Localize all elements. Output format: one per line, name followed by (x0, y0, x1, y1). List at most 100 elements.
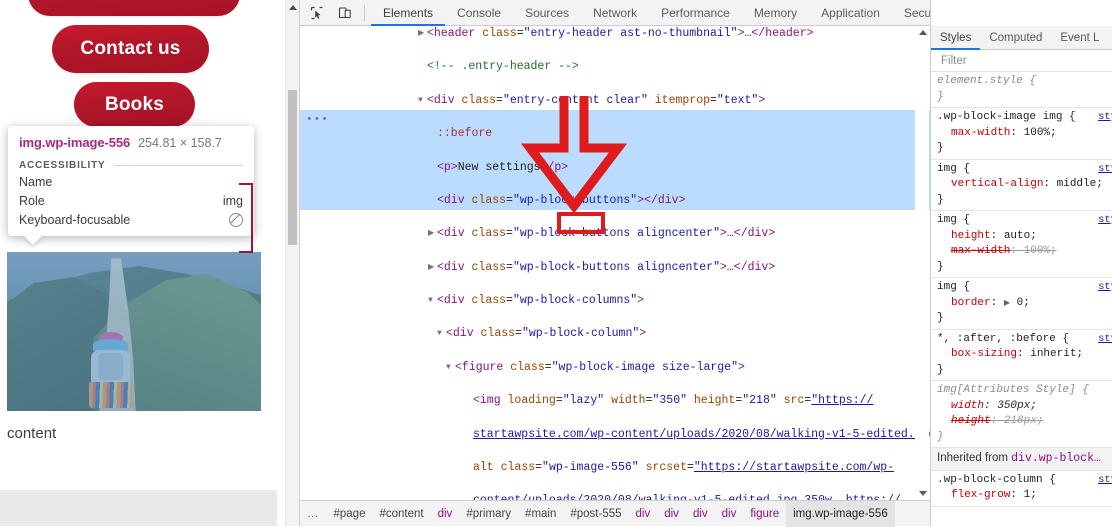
style-rule-wp-block-image-img[interactable]: .wp-block-image img { sty max-width: 100… (931, 108, 1112, 160)
devtools-element-highlight-overlay (7, 252, 261, 411)
inspect-element-icon[interactable] (306, 2, 328, 24)
tab-performance[interactable]: Performance (649, 0, 742, 26)
breadcrumb-item-page[interactable]: #page (327, 501, 373, 527)
style-value[interactable]: middle (1057, 178, 1097, 190)
style-value[interactable]: auto (1004, 230, 1030, 242)
tooltip-row-name: Name (19, 174, 243, 190)
breadcrumb-item-content[interactable]: #content (372, 501, 430, 527)
style-prop: box-sizing (951, 348, 1018, 360)
dom-line-header[interactable]: ▶ <header class="entry-header ast-no-thum… (300, 26, 930, 43)
scroll-up-arrow-icon[interactable] (289, 5, 297, 10)
dom-line-figure[interactable]: ▼ <figure class="wp-block-image size-larg… (300, 360, 930, 377)
dom-line-wp-block-buttons-aligncenter-2[interactable]: ▶ <div class="wp-block-buttons aligncente… (300, 260, 930, 277)
tooltip-selector: img.wp-image-556 (19, 135, 131, 150)
style-declaration[interactable]: height: auto; (937, 229, 1112, 245)
inherited-from-header: Inherited from div.wp-block… (931, 448, 1112, 471)
tab-elements[interactable]: Elements (371, 0, 446, 26)
style-prop: height (951, 415, 991, 427)
style-source-link[interactable]: sty (1098, 162, 1112, 178)
style-source-link[interactable]: sty (1098, 473, 1112, 489)
style-declaration[interactable]: box-sizing: inherit; (937, 347, 1112, 363)
breadcrumb-item-img-selected[interactable]: img.wp-image-556 (786, 500, 895, 527)
style-value[interactable]: 218px (1004, 415, 1037, 427)
style-value[interactable]: 350px (997, 400, 1030, 412)
style-declaration[interactable]: vertical-align: middle; (937, 177, 1112, 193)
tab-console[interactable]: Console (445, 0, 513, 26)
page-button-contact-us[interactable]: Contact us (52, 25, 209, 73)
style-declaration[interactable]: width: 350px; (937, 399, 1112, 415)
divider (113, 165, 243, 166)
style-rule-wp-block-column[interactable]: .wp-block-column { sty flex-grow: 1; (931, 471, 1112, 507)
page-button-top[interactable] (28, 0, 240, 16)
style-rule-selector: img { (937, 162, 971, 175)
page-image-walking[interactable] (7, 252, 261, 411)
tab-network[interactable]: Network (581, 0, 649, 26)
style-declaration-overridden[interactable]: height: 218px; (937, 414, 1112, 430)
breadcrumb-item-main[interactable]: #main (518, 501, 563, 527)
style-declaration[interactable]: flex-grow: 1; (937, 488, 1112, 504)
breadcrumb-item-primary[interactable]: #primary (459, 501, 518, 527)
style-rule-close: } (937, 430, 944, 443)
style-rule-img-vertical-align[interactable]: img { sty vertical-align: middle; } (931, 160, 1112, 211)
styles-pane-tab-bar: Styles Computed Event L (931, 26, 1112, 50)
styles-filter-input[interactable]: Filter (931, 50, 1112, 72)
tab-styles[interactable]: Styles (931, 26, 981, 50)
style-rule-selector: img { (937, 281, 971, 293)
breadcrumb-item-ellipsis[interactable]: … (300, 501, 327, 527)
style-rule-img-height-auto[interactable]: img { sty height: auto; max-width: 100%;… (931, 211, 1112, 278)
style-rule-universal-box-sizing[interactable]: *, :after, :before { sty box-sizing: inh… (931, 330, 1112, 381)
dom-line-wp-block-buttons-aligncenter-1[interactable]: ▶ <div class="wp-block-buttons aligncente… (300, 226, 930, 243)
style-declaration[interactable]: border: ▶ 0; (937, 296, 1112, 312)
style-value[interactable]: inherit (1030, 348, 1076, 360)
inspect-element-tooltip: img.wp-image-556 254.81 × 158.7 ACCESSIB… (8, 126, 254, 245)
breadcrumb: … #page #content div #primary #main #pos… (300, 500, 930, 527)
dom-line-img-cont-1[interactable]: startawpsite.com/wp-content/uploads/2020… (300, 427, 930, 444)
page-scrollbar[interactable] (285, 0, 299, 526)
style-source-link[interactable]: sty (1098, 110, 1112, 126)
tab-event-listeners[interactable]: Event L (1051, 26, 1108, 50)
breadcrumb-item-post-555[interactable]: #post-555 (563, 501, 628, 527)
style-rule-selector: img[Attributes Style] { (937, 384, 1089, 396)
inherited-from-target[interactable]: div.wp-block… (1011, 452, 1101, 465)
dom-line-img-selected[interactable]: <img loading="lazy" width="350" height="… (300, 393, 930, 410)
device-toolbar-icon[interactable] (334, 2, 356, 24)
dom-tree-scrollbar[interactable] (915, 26, 929, 500)
style-source-link[interactable]: sty (1098, 213, 1112, 229)
dom-line-wp-block-columns[interactable]: ▼ <div class="wp-block-columns"> (300, 293, 930, 310)
dom-line-wp-block-column-1[interactable]: ▼ <div class="wp-block-column"> (300, 326, 930, 343)
tooltip-row-role-label: Role (19, 194, 45, 208)
page-button-books[interactable]: Books (74, 82, 195, 127)
expand-shorthand-icon[interactable]: ▶ (1004, 296, 1010, 312)
style-value[interactable]: 100% (1024, 127, 1050, 139)
breadcrumb-item-div-2[interactable]: div (629, 501, 658, 527)
breadcrumb-item-div-1[interactable]: div (431, 501, 460, 527)
breadcrumb-item-div-5[interactable]: div (715, 501, 744, 527)
browser-page-viewport[interactable]: Contact us Books content img.wp-image-55… (0, 0, 285, 526)
style-declaration-overridden[interactable]: max-width: 100%; (937, 244, 1112, 260)
styles-rules-list[interactable]: element.style { } .wp-block-image img { … (931, 72, 1112, 526)
tab-computed[interactable]: Computed (980, 26, 1051, 50)
dom-line-comment-entry-header[interactable]: <!-- .entry-header --> (300, 59, 930, 76)
tab-application[interactable]: Application (809, 0, 892, 26)
dom-line-img-cont-2[interactable]: alt class="wp-image-556" srcset="https:/… (300, 460, 930, 477)
style-rule-header: img { sty (937, 162, 1112, 178)
scroll-down-arrow-icon[interactable] (919, 491, 927, 496)
style-rule-close: } (937, 260, 944, 273)
style-source-link[interactable]: sty (1098, 280, 1112, 296)
style-rule-img-border[interactable]: img { sty border: ▶ 0; } (931, 278, 1112, 330)
scroll-up-arrow-icon[interactable] (919, 30, 927, 35)
page-scrollbar-thumb[interactable] (288, 90, 297, 245)
style-rule-element-style[interactable]: element.style { } (931, 72, 1112, 108)
style-value[interactable]: 100% (1024, 245, 1050, 257)
breadcrumb-item-div-4[interactable]: div (686, 501, 715, 527)
page-content: Contact us Books content (0, 0, 277, 526)
tab-sources[interactable]: Sources (513, 0, 581, 26)
style-declaration[interactable]: max-width: 100%; (937, 126, 1112, 142)
style-rule-header: img { sty (937, 280, 1112, 296)
breadcrumb-item-figure[interactable]: figure (743, 501, 786, 527)
breadcrumb-item-div-3[interactable]: div (657, 501, 686, 527)
style-rule-img-attributes-style[interactable]: img[Attributes Style] { width: 350px; he… (931, 381, 1112, 448)
dom-line-img-cont-3[interactable]: content/uploads/2020/08/walking-v1-5-edi… (300, 493, 930, 500)
style-source-link[interactable]: sty (1098, 332, 1112, 348)
tab-memory[interactable]: Memory (742, 0, 809, 26)
